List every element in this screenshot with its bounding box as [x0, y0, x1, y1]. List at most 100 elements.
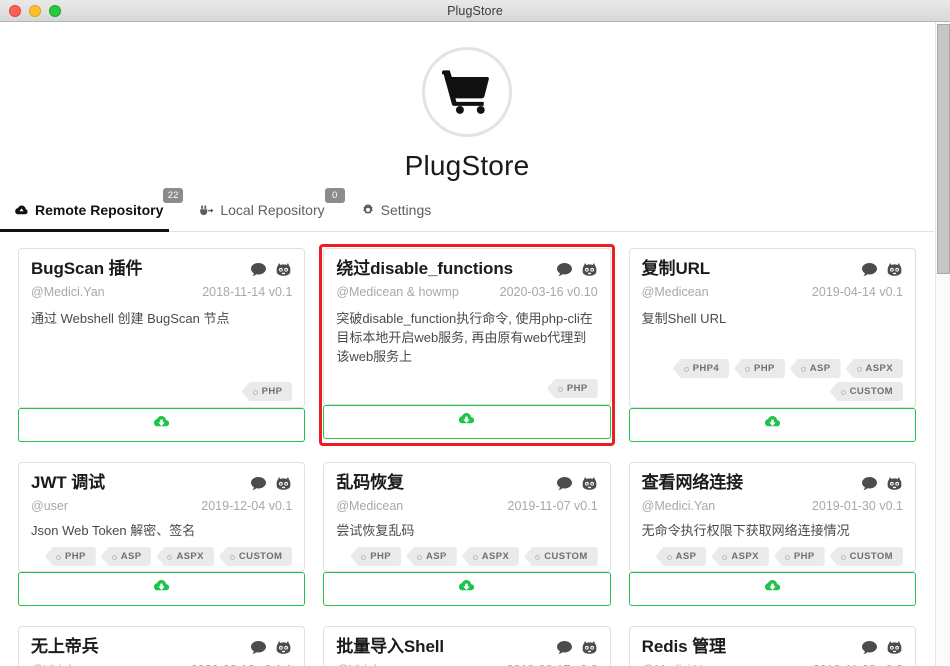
plugin-card-meta: @Medici.Yan 2018-11-14 v0.1 [31, 285, 292, 299]
plugin-card[interactable]: 无上帝兵 [18, 626, 306, 666]
plugin-card-header: 批量导入Shell [336, 637, 597, 660]
plugin-description: Json Web Token 解密、签名 [31, 523, 196, 538]
plugin-download-button[interactable] [323, 572, 611, 606]
plugin-download-button[interactable] [628, 572, 916, 606]
plugin-card-meta: @Medicean 2019-04-14 v0.1 [642, 285, 903, 299]
plugin-card-wrapper-selected: 绕过disable_functions @Medicean & howmp 20… [319, 244, 615, 446]
plugin-name: Redis 管理 [641, 637, 726, 656]
comment-icon[interactable] [250, 262, 267, 282]
plugin-card-icons [556, 637, 598, 660]
plugin-card[interactable]: BugScan 插件 @Medici.Yan 2018-11-14 v0.1 通… [18, 248, 306, 408]
comment-icon[interactable] [556, 476, 573, 496]
plugin-description: 通过 Webshell 创建 BugScan 节点 [31, 311, 230, 326]
plugin-card-icons [861, 473, 903, 496]
plugin-card-body: Redis 管理 [630, 627, 915, 666]
plugin-card-wrapper: 复制URL @Medicean 2019-04-14 v0.1 复制Shell … [625, 244, 920, 446]
plugin-card[interactable]: Redis 管理 [628, 626, 916, 666]
comment-icon[interactable] [861, 476, 878, 496]
plugin-card-body: 乱码恢复 @Medicean 2019-11-07 v0.1 尝试恢复乱码 PH… [324, 463, 609, 571]
comment-icon[interactable] [861, 262, 878, 282]
plugin-version-date: 2019-01-30 v0.1 [811, 499, 903, 513]
plugin-download-button[interactable] [323, 405, 611, 439]
plugin-description: 无命令执行权限下获取网络连接情况 [641, 523, 850, 538]
plugin-card-wrapper: Redis 管理 [625, 622, 920, 666]
tab-bar: Remote Repository 22 Local Repository 0 … [0, 188, 934, 232]
scroll-content: PlugStore Remote Repository 22 Local Rep… [0, 22, 950, 666]
plugin-card-header: 乱码恢复 [336, 473, 597, 496]
plugin-card[interactable]: 批量导入Shell [323, 626, 611, 666]
plugin-name: 绕过disable_functions [336, 259, 513, 278]
github-icon[interactable] [886, 262, 903, 282]
plugin-tags: PHP [336, 371, 598, 398]
comment-icon[interactable] [556, 640, 573, 660]
plugin-version-date: 2018-11-14 v0.1 [202, 285, 293, 299]
plugin-download-button[interactable] [18, 572, 306, 606]
plugin-tag: PHP [350, 546, 402, 566]
app-logo [422, 47, 512, 137]
plugin-card-header: JWT 调试 [31, 473, 292, 496]
plugin-tags: PHP [31, 374, 293, 401]
plugin-card-header: 绕过disable_functions [336, 259, 597, 282]
github-icon[interactable] [275, 262, 292, 282]
plug-icon [199, 204, 214, 217]
plugin-description: 尝试恢复乱码 [336, 523, 415, 538]
plugin-tags: ASP ASPX PHP CUSTOM [642, 541, 903, 566]
plugin-card-wrapper: 查看网络连接 @Medici.Yan 2019-01-30 v0.1 无命令执行… [625, 458, 920, 610]
plugin-download-button[interactable] [18, 408, 306, 442]
plugin-card-icons [556, 473, 598, 496]
plugin-card[interactable]: 复制URL @Medicean 2019-04-14 v0.1 复制Shell … [628, 248, 916, 408]
plugin-tag: PHP [241, 382, 293, 401]
plugin-card-body: 绕过disable_functions @Medicean & howmp 20… [324, 249, 609, 404]
github-icon[interactable] [886, 640, 903, 660]
plugin-card-icons [250, 637, 292, 660]
github-icon[interactable] [581, 476, 598, 496]
plugin-card-body: 无上帝兵 [19, 627, 304, 666]
github-icon[interactable] [275, 476, 292, 496]
plugin-tags: PHP ASP ASPX CUSTOM [31, 541, 293, 566]
plugin-card-meta: @Medicean 2019-11-07 v0.1 [336, 499, 597, 513]
plugin-card[interactable]: 乱码恢复 @Medicean 2019-11-07 v0.1 尝试恢复乱码 PH… [323, 462, 611, 572]
plugin-card-wrapper: 乱码恢复 @Medicean 2019-11-07 v0.1 尝试恢复乱码 PH… [319, 458, 614, 610]
plugin-card-icons [861, 637, 903, 660]
plugin-card[interactable]: 绕过disable_functions @Medicean & howmp 20… [323, 248, 611, 405]
plugin-card[interactable]: JWT 调试 @user 2019-12-04 v0.1 Json Web To… [18, 462, 306, 572]
plugin-tag: CUSTOM [829, 546, 903, 566]
plugin-tag: ASPX [711, 546, 769, 566]
plugin-version-date: 2019-04-14 v0.1 [811, 285, 903, 299]
tab-local-repository-label: Local Repository [220, 202, 325, 218]
plugin-description: 复制Shell URL [641, 311, 727, 326]
cloud-download-icon [153, 579, 170, 599]
comment-icon[interactable] [250, 476, 267, 496]
vertical-scrollbar[interactable] [935, 22, 950, 666]
plugin-card-wrapper: 批量导入Shell [319, 622, 614, 666]
content-area: PlugStore Remote Repository 22 Local Rep… [0, 22, 950, 666]
plugin-card-meta: @Medici.Yan 2019-01-30 v0.1 [642, 499, 903, 513]
comment-icon[interactable] [250, 640, 267, 660]
plugin-tag: CUSTOM [218, 546, 293, 566]
comment-icon[interactable] [861, 640, 878, 660]
plugin-tags: PHP4 PHP ASP ASPX CUSTOM [642, 351, 903, 401]
github-icon[interactable] [886, 476, 903, 496]
window-title: PlugStore [447, 3, 503, 18]
shopping-cart-icon [442, 69, 492, 115]
github-icon[interactable] [581, 640, 598, 660]
plugin-author: @Medicean [336, 499, 404, 513]
plugin-grid: BugScan 插件 @Medici.Yan 2018-11-14 v0.1 通… [0, 232, 934, 666]
comment-icon[interactable] [556, 262, 573, 282]
github-icon[interactable] [581, 262, 598, 282]
tab-remote-repository[interactable]: Remote Repository 22 [0, 188, 184, 232]
plugin-tag: ASP [406, 546, 457, 566]
plugin-author: @Medici.Yan [31, 285, 105, 299]
plugin-description: 突破disable_function执行命令, 使用php-cli在目标本地开启… [336, 311, 593, 364]
gear-icon [361, 203, 375, 217]
plugin-card[interactable]: 查看网络连接 @Medici.Yan 2019-01-30 v0.1 无命令执行… [628, 462, 916, 572]
tab-local-repository[interactable]: Local Repository 0 [199, 188, 345, 231]
plugin-card-header: 复制URL [642, 259, 903, 282]
plugin-author: @Medici.Yan [641, 499, 716, 513]
cloud-download-icon [764, 579, 781, 599]
plugin-tag: ASPX [845, 359, 903, 378]
tab-settings[interactable]: Settings [361, 196, 446, 231]
github-icon[interactable] [275, 640, 292, 660]
plugin-download-button[interactable] [628, 408, 916, 442]
scrollbar-thumb[interactable] [937, 24, 950, 274]
